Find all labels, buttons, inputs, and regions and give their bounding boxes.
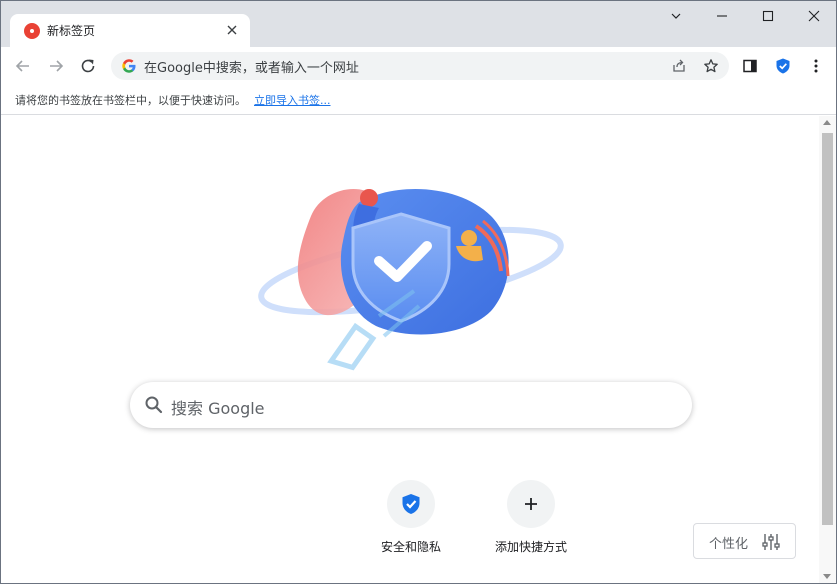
shield-extension-icon[interactable] [773, 56, 793, 76]
new-tab-page: 搜索 Google 安全和隐私 添加快捷方式 个性化 [1, 116, 836, 583]
scroll-up-arrow-icon[interactable] [823, 120, 831, 125]
toolbar: 在Google中搜索，或者输入一个网址 [1, 47, 836, 85]
import-bookmarks-link[interactable]: 立即导入书签... [254, 94, 331, 107]
shortcut-label: 安全和隐私 [380, 540, 441, 554]
customize-label: 个性化 [709, 537, 749, 552]
shortcut-tile[interactable] [387, 480, 435, 528]
address-bar[interactable]: 在Google中搜索，或者输入一个网址 [111, 52, 729, 80]
scroll-down-arrow-icon[interactable] [823, 574, 831, 579]
shortcut-tile[interactable] [507, 480, 555, 528]
menu-icon[interactable] [806, 56, 826, 76]
bookmark-bar: 请将您的书签放在书签栏中，以便于快速访问。 立即导入书签... [1, 85, 836, 115]
forward-icon[interactable] [42, 52, 70, 80]
search-placeholder: 搜索 Google [171, 399, 265, 418]
reload-icon[interactable] [74, 52, 102, 80]
chevron-down-icon[interactable] [653, 1, 699, 31]
plus-icon [525, 498, 537, 510]
shield-check-icon [402, 494, 420, 514]
share-icon[interactable] [669, 56, 689, 76]
close-icon[interactable] [791, 1, 836, 31]
tab-strip: 新标签页 [1, 1, 836, 47]
tab-title: 新标签页 [47, 24, 96, 38]
shortcut-security-privacy[interactable]: 安全和隐私 [356, 480, 466, 560]
shortcut-label: 添加快捷方式 [494, 540, 567, 554]
new-tab-favicon-icon [24, 23, 40, 39]
side-panel-icon[interactable] [740, 56, 760, 76]
bookmark-bar-message: 请将您的书签放在书签栏中，以便于快速访问。 [15, 94, 246, 107]
back-icon[interactable] [9, 52, 37, 80]
sliders-icon [762, 534, 780, 550]
browser-window: 新标签页 在Google中搜索，或者输入一个网址 请将您的书签放在书签栏中，以便… [0, 0, 837, 584]
search-icon [145, 396, 163, 414]
minimize-icon[interactable] [699, 1, 745, 31]
maximize-icon[interactable] [745, 1, 791, 31]
google-search-box[interactable]: 搜索 Google [130, 382, 692, 428]
tab-close-icon[interactable] [222, 20, 242, 40]
tab-new-tab[interactable]: 新标签页 [10, 14, 250, 47]
star-icon[interactable] [701, 56, 721, 76]
bookmark-bar-message-row: 请将您的书签放在书签栏中，以便于快速访问。 立即导入书签... [15, 92, 331, 108]
shortcut-add[interactable]: 添加快捷方式 [476, 480, 586, 560]
google-g-icon [122, 59, 136, 73]
customize-button[interactable]: 个性化 [693, 523, 796, 559]
scrollbar-thumb[interactable] [822, 133, 833, 525]
vertical-scrollbar[interactable] [819, 116, 836, 583]
address-bar-placeholder: 在Google中搜索，或者输入一个网址 [144, 61, 359, 76]
